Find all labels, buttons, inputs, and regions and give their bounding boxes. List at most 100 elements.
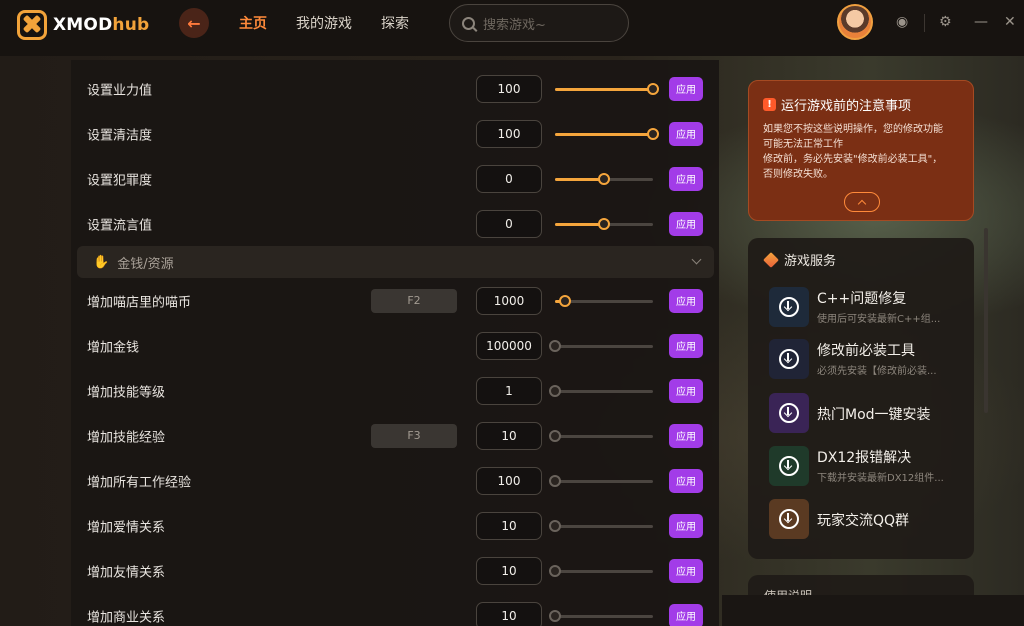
slider-handle[interactable] xyxy=(549,519,561,532)
download-icon xyxy=(779,456,799,476)
usage-card[interactable]: 使用说明 xyxy=(748,575,974,595)
option-label: 增加所有工作经验 xyxy=(87,475,192,490)
value-slider[interactable] xyxy=(549,474,653,488)
value-input[interactable]: 0 xyxy=(476,209,542,238)
section-header-money[interactable]: ✋ 金钱/资源 xyxy=(77,246,714,278)
value-input[interactable]: 100 xyxy=(476,119,542,148)
apply-button[interactable]: 应用 xyxy=(669,603,703,626)
chevron-down-icon xyxy=(691,254,702,265)
value-slider[interactable] xyxy=(549,429,653,443)
notification-icon[interactable]: ◉ xyxy=(896,14,908,30)
section-label: 金钱/资源 xyxy=(117,256,174,272)
slider-handle[interactable] xyxy=(549,429,561,442)
close-icon[interactable]: ✕ xyxy=(1004,14,1016,30)
apply-button[interactable]: 应用 xyxy=(669,378,703,403)
minimize-icon[interactable]: — xyxy=(974,14,988,30)
value-slider[interactable] xyxy=(555,172,653,186)
service-item-cpp-fix[interactable]: C++问题修复 使用后可安装最新C++组... xyxy=(769,287,969,329)
apply-button[interactable]: 应用 xyxy=(669,76,703,101)
value-input[interactable]: 100000 xyxy=(476,331,542,360)
value-input[interactable]: 100 xyxy=(476,466,542,495)
service-thumbnail xyxy=(769,287,809,327)
search-input[interactable]: 搜索游戏~ xyxy=(449,4,629,42)
value-input[interactable]: 10 xyxy=(476,601,542,626)
value-slider[interactable] xyxy=(549,564,653,578)
value-slider[interactable] xyxy=(555,82,659,96)
hotkey-badge[interactable]: F3 xyxy=(371,423,457,448)
apply-button[interactable]: 应用 xyxy=(669,166,703,191)
app-logo[interactable]: XMODhub xyxy=(17,10,149,40)
back-button[interactable]: ← xyxy=(179,8,209,38)
option-row: 增加技能等级 1 应用 xyxy=(71,368,719,413)
value-slider[interactable] xyxy=(549,609,653,623)
value-slider[interactable] xyxy=(549,519,653,533)
option-row: 增加友情关系 10 应用 xyxy=(71,548,719,593)
option-row: 增加喵店里的喵币 F2 1000 应用 xyxy=(71,278,719,323)
option-label: 增加商业关系 xyxy=(87,610,166,625)
slider-handle[interactable] xyxy=(549,474,561,487)
option-row: 增加爱情关系 10 应用 xyxy=(71,503,719,548)
settings-icon[interactable]: ⚙ xyxy=(939,14,952,30)
apply-button[interactable]: 应用 xyxy=(669,211,703,236)
option-label: 设置业力值 xyxy=(87,83,153,98)
option-label: 增加技能等级 xyxy=(87,385,166,400)
service-item-dx12-fix[interactable]: DX12报错解决 下载并安装最新DX12组件... xyxy=(769,446,969,488)
value-slider[interactable] xyxy=(549,384,653,398)
value-input[interactable]: 100 xyxy=(476,74,542,103)
slider-handle[interactable] xyxy=(647,82,659,95)
nav-explore[interactable]: 探索 xyxy=(381,13,409,33)
search-icon xyxy=(462,16,475,30)
sidebar-scrollbar[interactable] xyxy=(984,228,988,413)
nav-home[interactable]: 主页 xyxy=(239,13,267,33)
value-input[interactable]: 1000 xyxy=(476,286,542,315)
slider-handle[interactable] xyxy=(598,217,610,230)
warning-icon: ! xyxy=(763,98,776,111)
apply-button[interactable]: 应用 xyxy=(669,121,703,146)
option-row: 设置清洁度 100 应用 xyxy=(71,111,719,156)
slider-handle[interactable] xyxy=(549,339,561,352)
avatar[interactable] xyxy=(837,4,873,40)
hand-coin-icon: ✋ xyxy=(93,254,110,270)
mod-options-panel: 设置业力值 100 应用 设置清洁度 100 应用 设置犯罪度 0 应用 设置流… xyxy=(71,60,719,626)
nav-my-games[interactable]: 我的游戏 xyxy=(296,13,352,33)
value-slider[interactable] xyxy=(549,339,653,353)
slider-handle[interactable] xyxy=(559,294,571,307)
slider-handle[interactable] xyxy=(549,564,561,577)
service-item-qq-group[interactable]: 玩家交流QQ群 xyxy=(769,499,969,541)
hotkey-badge[interactable]: F2 xyxy=(371,288,457,313)
apply-button[interactable]: 应用 xyxy=(669,468,703,493)
apply-button[interactable]: 应用 xyxy=(669,513,703,538)
service-thumbnail xyxy=(769,499,809,539)
apply-button[interactable]: 应用 xyxy=(669,558,703,583)
value-input[interactable]: 0 xyxy=(476,164,542,193)
value-slider[interactable] xyxy=(555,294,653,308)
service-title: DX12报错解决 xyxy=(817,450,912,466)
slider-handle[interactable] xyxy=(549,384,561,397)
value-input[interactable]: 1 xyxy=(476,376,542,405)
service-subtitle: 必须先安装【修改前必装... xyxy=(817,366,937,377)
chevron-up-icon xyxy=(857,199,867,208)
value-slider[interactable] xyxy=(555,217,653,231)
collapse-button[interactable] xyxy=(844,192,880,212)
slider-handle[interactable] xyxy=(549,609,561,622)
value-input[interactable]: 10 xyxy=(476,511,542,540)
service-thumbnail xyxy=(769,393,809,433)
service-item-required-tool[interactable]: 修改前必装工具 必须先安装【修改前必装... xyxy=(769,339,969,381)
value-input[interactable]: 10 xyxy=(476,556,542,585)
apply-button[interactable]: 应用 xyxy=(669,423,703,448)
slider-handle[interactable] xyxy=(598,172,610,185)
service-thumbnail xyxy=(769,446,809,486)
apply-button[interactable]: 应用 xyxy=(669,333,703,358)
option-row: 设置业力值 100 应用 xyxy=(71,66,719,111)
service-item-mod-install[interactable]: 热门Mod一键安装 xyxy=(769,393,969,435)
value-input[interactable]: 10 xyxy=(476,421,542,450)
option-label: 增加技能经验 xyxy=(87,430,166,445)
option-row: 增加技能经验 F3 10 应用 xyxy=(71,413,719,458)
value-slider[interactable] xyxy=(555,127,659,141)
apply-button[interactable]: 应用 xyxy=(669,288,703,313)
notice-body: 如果您不按这些说明操作，您的修改功能 可能无法正常工作 修改前，务必先安装"修改… xyxy=(763,124,943,180)
top-bar: XMODhub ← 主页 我的游戏 探索 搜索游戏~ ◉ ⚙ — ✕ xyxy=(0,0,1024,56)
services-title: 游戏服务 xyxy=(763,250,836,269)
slider-handle[interactable] xyxy=(647,127,659,140)
service-title: 玩家交流QQ群 xyxy=(817,513,910,529)
